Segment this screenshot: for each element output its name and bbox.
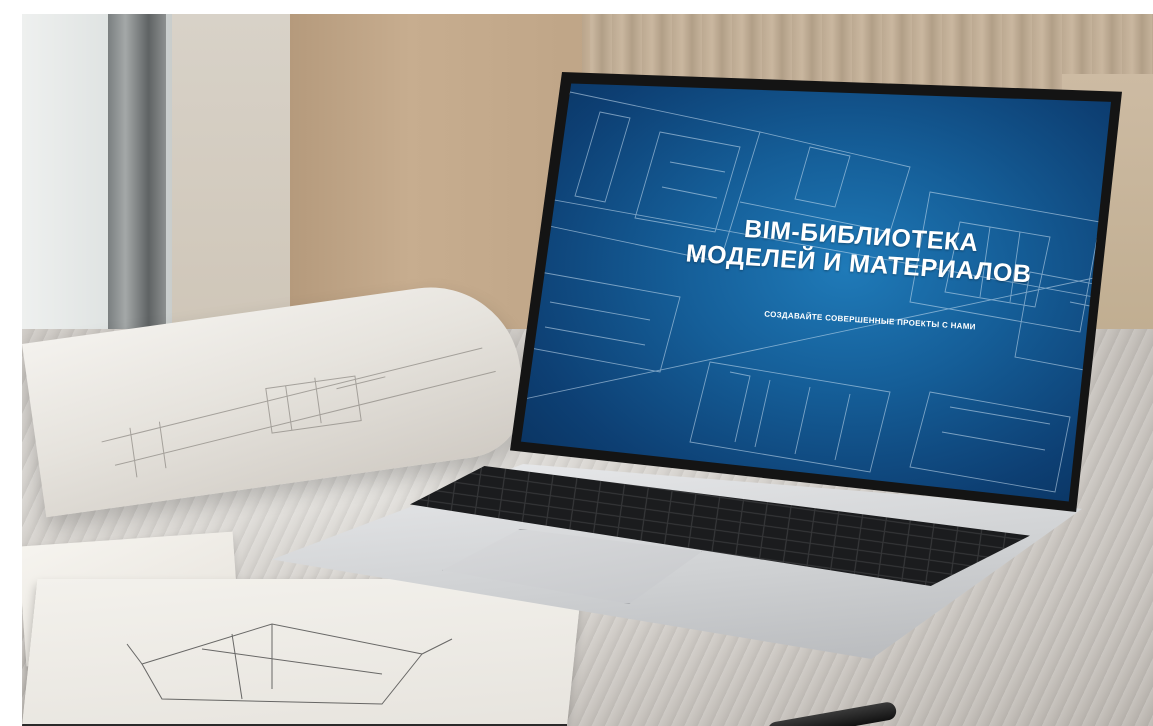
laptop-screen: BIM-БИБЛИОТЕКА МОДЕЛЕЙ И МАТЕРИАЛОВ СОЗД… — [521, 83, 1111, 502]
sketch-drawing — [126, 623, 453, 705]
window-frame — [108, 14, 166, 344]
blueprint-wireframe — [521, 91, 1111, 493]
photo-scene: BIM-БИБЛИОТЕКА МОДЕЛЕЙ И МАТЕРИАЛОВ СОЗД… — [22, 14, 1153, 726]
